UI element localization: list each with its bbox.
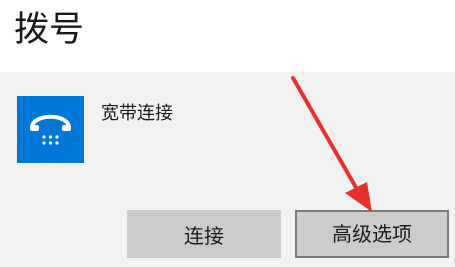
connection-name: 宽带连接 — [101, 103, 173, 124]
connect-button[interactable]: 连接 — [127, 210, 281, 258]
dial-up-phone-icon — [17, 96, 84, 163]
page-title: 拨号 — [14, 10, 85, 50]
advanced-options-button[interactable]: 高级选项 — [295, 210, 449, 258]
